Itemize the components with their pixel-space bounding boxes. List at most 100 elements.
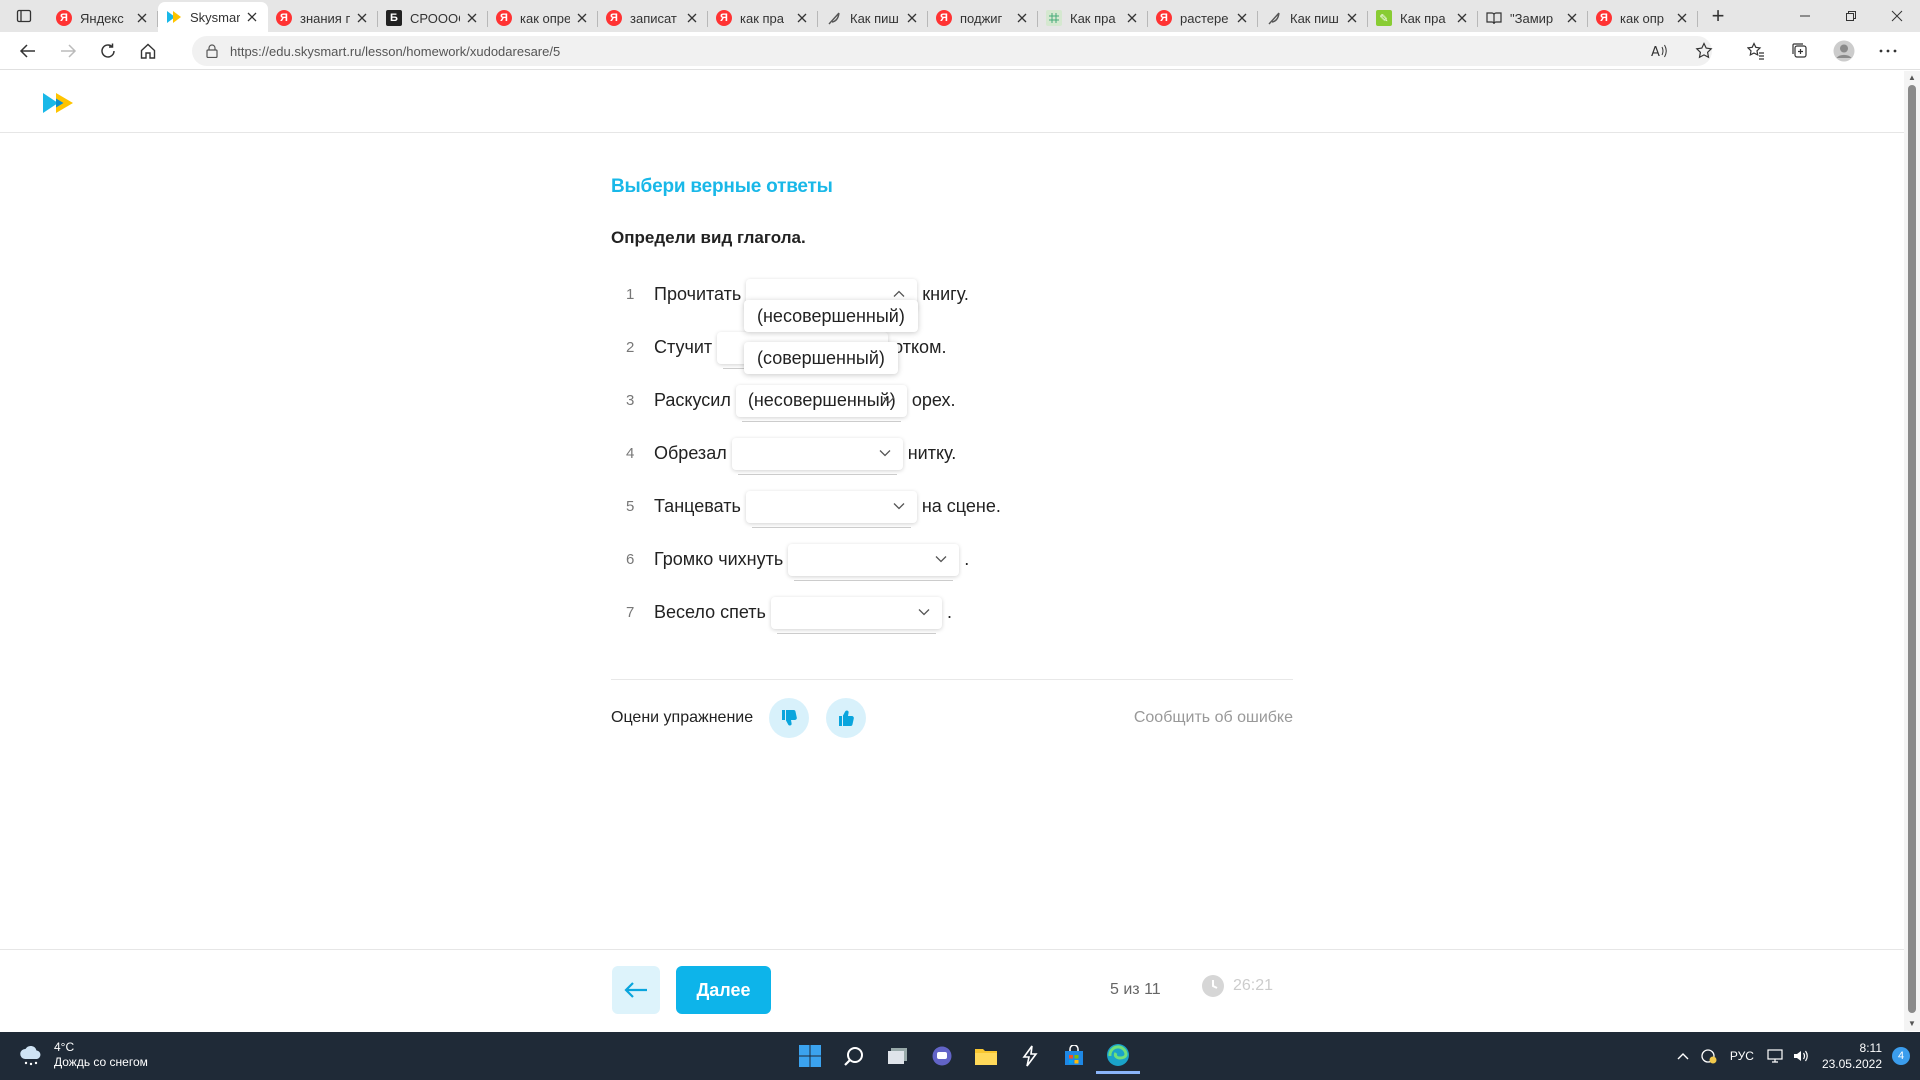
- rating-label: Оцени упражнение: [611, 709, 754, 726]
- scroll-down-icon[interactable]: ▼: [1907, 1019, 1917, 1029]
- browser-tab[interactable]: Я Яндекс: [48, 4, 158, 32]
- browser-tab[interactable]: Якак опре: [488, 4, 598, 32]
- browser-tab[interactable]: Якак опр: [1588, 4, 1698, 32]
- tab-close-icon[interactable]: [794, 10, 810, 26]
- back-nav-icon[interactable]: [8, 32, 48, 70]
- profile-avatar-icon[interactable]: [1822, 32, 1866, 70]
- tab-close-icon[interactable]: [1234, 10, 1250, 26]
- tab-close-icon[interactable]: [354, 10, 370, 26]
- clock[interactable]: 8:11 23.05.2022: [1822, 1040, 1882, 1072]
- tab-close-icon[interactable]: [574, 10, 590, 26]
- restore-icon[interactable]: [1828, 0, 1874, 32]
- next-button[interactable]: Далее: [676, 966, 771, 1014]
- browser-tab[interactable]: Ярастере: [1148, 4, 1258, 32]
- browser-tab[interactable]: Язнания п: [268, 4, 378, 32]
- browser-tab[interactable]: ✎ Как пра: [1368, 4, 1478, 32]
- browser-tab[interactable]: Как пиш: [818, 4, 928, 32]
- aspect-select[interactable]: [788, 543, 960, 581]
- tab-close-icon[interactable]: [1124, 10, 1140, 26]
- refresh-icon[interactable]: [88, 32, 128, 70]
- search-icon[interactable]: [832, 1038, 876, 1074]
- minimize-icon[interactable]: [1782, 0, 1828, 32]
- chevron-down-icon[interactable]: [918, 608, 930, 616]
- address-field[interactable]: https://edu.skysmart.ru/lesson/homework/…: [192, 36, 1712, 66]
- tab-close-icon[interactable]: [1674, 10, 1690, 26]
- aspect-select[interactable]: [731, 437, 903, 475]
- favorites-icon[interactable]: [1734, 32, 1778, 70]
- browser-tab[interactable]: Как пра: [1038, 4, 1148, 32]
- tab-title: Как пра: [1400, 10, 1446, 26]
- row-number: 2: [626, 339, 635, 356]
- tab-close-icon[interactable]: [134, 10, 150, 26]
- lock-icon[interactable]: [206, 44, 218, 58]
- app-bolt-icon[interactable]: [1008, 1038, 1052, 1074]
- volume-icon[interactable]: [1788, 1032, 1814, 1080]
- read-aloud-icon[interactable]: A: [1638, 32, 1682, 70]
- chevron-down-icon[interactable]: [935, 555, 947, 563]
- network-icon[interactable]: [1762, 1032, 1788, 1080]
- tab-title: Как пиш: [850, 10, 899, 26]
- aspect-select[interactable]: [745, 490, 917, 528]
- scrollbar-thumb[interactable]: [1908, 85, 1916, 1013]
- thumbs-up-button[interactable]: [826, 698, 867, 738]
- add-favorite-icon[interactable]: [1682, 32, 1726, 70]
- tab-close-icon[interactable]: [1454, 10, 1470, 26]
- tab-close-icon[interactable]: [1344, 10, 1360, 26]
- browser-tab[interactable]: Язаписат: [598, 4, 708, 32]
- aspect-select[interactable]: (несовершенный): [735, 384, 907, 422]
- tab-close-icon[interactable]: [244, 9, 260, 25]
- previous-button[interactable]: [612, 966, 660, 1014]
- report-error-link[interactable]: Сообщить об ошибке: [1134, 709, 1293, 727]
- skysmart-logo-icon[interactable]: [41, 92, 75, 114]
- chevron-down-icon[interactable]: [879, 449, 891, 457]
- row-prefix-text: Прочитать: [654, 284, 742, 304]
- chevron-down-icon[interactable]: [883, 396, 895, 404]
- task-content: Выбери верные ответы Определи вид глагол…: [611, 176, 1293, 738]
- tab-title: знания п: [300, 10, 350, 26]
- start-windows-icon[interactable]: [788, 1038, 832, 1074]
- browser-tab[interactable]: Б СРООООС: [378, 4, 488, 32]
- chevron-up-icon[interactable]: [1670, 1032, 1696, 1080]
- browser-tab[interactable]: "Замир: [1478, 4, 1588, 32]
- chevron-up-icon[interactable]: [893, 290, 905, 298]
- task-view-icon[interactable]: [876, 1038, 920, 1074]
- tab-close-icon[interactable]: [1564, 10, 1580, 26]
- notification-badge[interactable]: 4: [1892, 1047, 1910, 1065]
- aspect-select[interactable]: [770, 596, 942, 634]
- close-window-icon[interactable]: [1874, 0, 1920, 32]
- home-icon[interactable]: [128, 32, 168, 70]
- tab-close-icon[interactable]: [464, 10, 480, 26]
- page-scrollbar[interactable]: ▲ ▼: [1904, 71, 1920, 1031]
- new-tab-button[interactable]: +: [1698, 0, 1738, 32]
- forward-nav-icon[interactable]: [48, 32, 88, 70]
- task-row: 7 Весело спеть.: [611, 586, 1293, 639]
- tab-actions-icon[interactable]: [0, 0, 48, 32]
- dropdown-option[interactable]: (совершенный): [744, 342, 898, 374]
- store-icon[interactable]: [1052, 1038, 1096, 1074]
- timer-value: 26:21: [1233, 977, 1274, 994]
- windows-taskbar: 4°C Дождь со снегом РУС 8:11 23.05.2022 …: [0, 1032, 1920, 1080]
- tab-close-icon[interactable]: [1014, 10, 1030, 26]
- tab-close-icon[interactable]: [904, 10, 920, 26]
- collections-icon[interactable]: [1778, 32, 1822, 70]
- address-toolbar: https://edu.skysmart.ru/lesson/homework/…: [0, 32, 1920, 70]
- browser-tab[interactable]: Как пиш: [1258, 4, 1368, 32]
- dropdown-option[interactable]: (несовершенный): [744, 300, 918, 332]
- file-explorer-icon[interactable]: [964, 1038, 1008, 1074]
- chevron-down-icon[interactable]: [893, 502, 905, 510]
- browser-tab[interactable]: Skysmart: [158, 2, 268, 32]
- scroll-up-icon[interactable]: ▲: [1907, 73, 1917, 83]
- language-indicator[interactable]: РУС: [1722, 1032, 1762, 1080]
- thumbs-down-button[interactable]: [769, 698, 810, 738]
- tab-close-icon[interactable]: [684, 10, 700, 26]
- weather-widget[interactable]: 4°C Дождь со снегом: [18, 1040, 148, 1070]
- browser-tab[interactable]: Якак пра: [708, 4, 818, 32]
- teams-chat-icon[interactable]: [920, 1038, 964, 1074]
- lesson-footer: Далее 5 из 11 26:21: [0, 949, 1904, 1031]
- weather-temp: 4°C: [54, 1040, 75, 1054]
- browser-tab[interactable]: Яподжиг: [928, 4, 1038, 32]
- edge-browser-icon[interactable]: [1096, 1038, 1140, 1074]
- task-row: 3 Раскусил (несовершенный) орех.: [611, 374, 1293, 427]
- settings-more-icon[interactable]: [1866, 32, 1910, 70]
- security-status-icon[interactable]: [1696, 1032, 1722, 1080]
